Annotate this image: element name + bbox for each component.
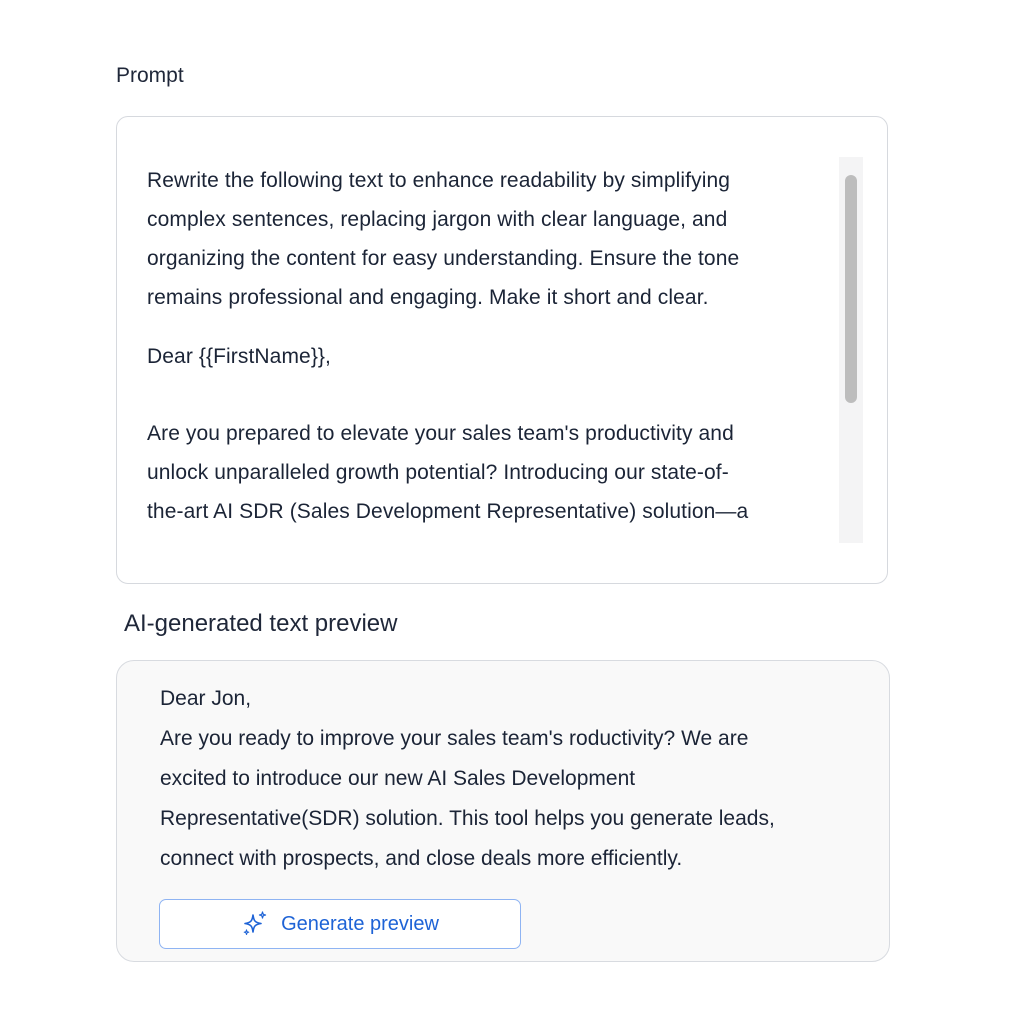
preview-text: Dear Jon, Are you ready to improve your … bbox=[160, 679, 860, 879]
prompt-line: unlock unparalleled growth potential? In… bbox=[147, 461, 729, 484]
prompt-label: Prompt bbox=[116, 64, 184, 87]
preview-line: connect with prospects, and close deals … bbox=[160, 847, 683, 870]
sparkle-icon bbox=[243, 911, 267, 935]
prompt-line: remains professional and engaging. Make … bbox=[147, 286, 709, 309]
prompt-line: Rewrite the following text to enhance re… bbox=[147, 169, 731, 192]
prompt-line: the-art AI SDR (Sales Development Repres… bbox=[147, 500, 749, 523]
prompt-line: organizing the content for easy understa… bbox=[147, 247, 740, 270]
prompt-textarea[interactable]: Rewrite the following text to enhance re… bbox=[116, 116, 888, 584]
prompt-scrollbar-thumb[interactable] bbox=[845, 175, 857, 403]
preview-line: Are you ready to improve your sales team… bbox=[160, 727, 749, 750]
prompt-scrollbar[interactable] bbox=[839, 157, 863, 543]
preview-label: AI-generated text preview bbox=[124, 610, 398, 637]
preview-line: Dear Jon, bbox=[160, 687, 252, 710]
preview-panel: Dear Jon, Are you ready to improve your … bbox=[116, 660, 890, 962]
generate-preview-label: Generate preview bbox=[281, 912, 439, 935]
preview-line: excited to introduce our new AI Sales De… bbox=[160, 767, 636, 790]
prompt-line: Are you prepared to elevate your sales t… bbox=[147, 422, 734, 445]
preview-line: Representative(SDR) solution. This tool … bbox=[160, 807, 775, 830]
generate-preview-button[interactable]: Generate preview bbox=[159, 899, 521, 949]
prompt-greeting: Dear {{FirstName}}, bbox=[147, 345, 331, 368]
prompt-instruction-paragraph: Rewrite the following text to enhance re… bbox=[147, 161, 835, 317]
prompt-body-paragraph: Are you prepared to elevate your sales t… bbox=[147, 414, 835, 531]
prompt-text-content[interactable]: Rewrite the following text to enhance re… bbox=[147, 161, 835, 551]
prompt-line: complex sentences, replacing jargon with… bbox=[147, 208, 728, 231]
